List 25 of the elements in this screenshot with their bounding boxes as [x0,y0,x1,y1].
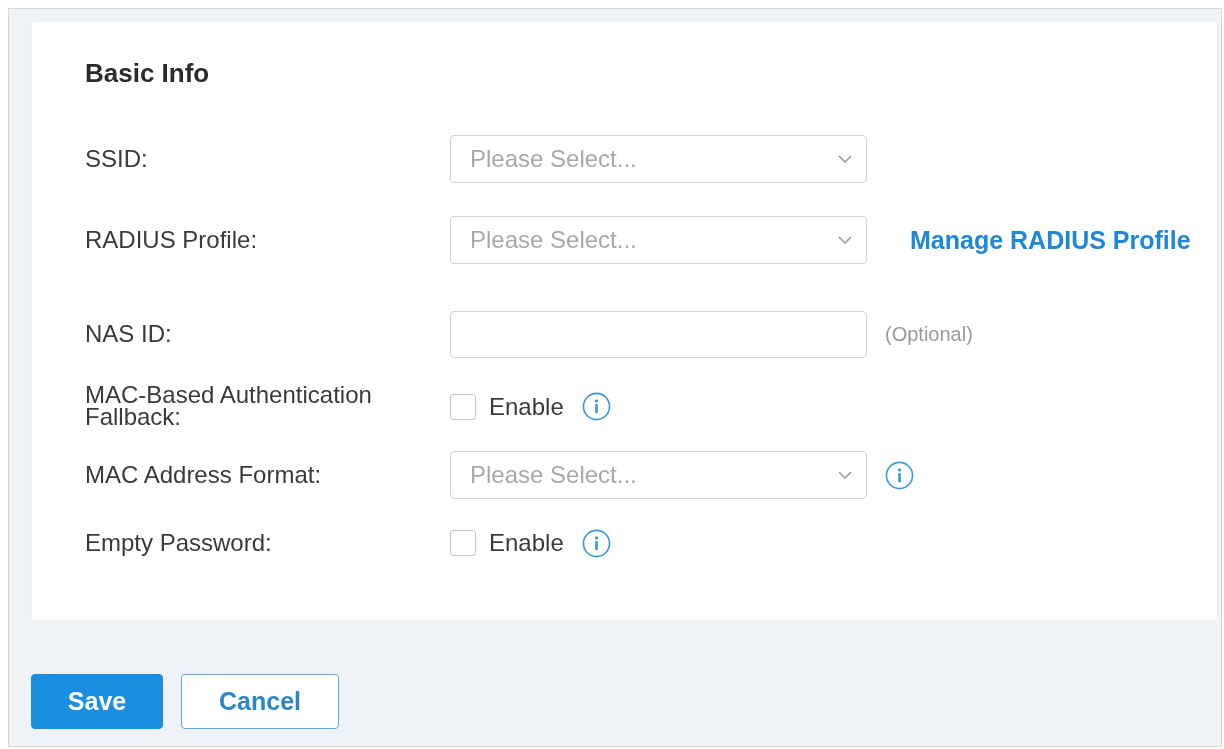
cancel-button[interactable]: Cancel [181,674,339,729]
info-icon[interactable] [581,392,611,421]
chevron-icon [838,471,852,479]
save-button[interactable]: Save [31,674,163,729]
dropdown[interactable]: Please Select... [450,451,867,499]
checkbox[interactable] [450,530,476,556]
chevron-icon [838,155,852,163]
manage-link[interactable]: Manage RADIUS Profile [910,225,1191,255]
info-icon[interactable] [885,460,914,490]
info-icon[interactable] [581,528,611,558]
checkbox-label: Enable [489,392,564,421]
field-label: MAC-Based Authentication Fallback: [85,384,373,428]
field-label: MAC Address Format: [85,463,322,486]
chevron-icon [838,236,852,244]
checkbox[interactable] [450,393,476,420]
section-title: Basic Info [85,58,210,88]
field-label: SSID: [85,147,148,170]
field-label: RADIUS Profile: [85,228,258,251]
dropdown[interactable]: Please Select... [450,216,867,264]
checkbox-label: Enable [489,529,564,557]
hint-text: (Optional) [885,322,973,346]
field-label: Empty Password: [85,531,272,554]
dropdown[interactable]: Please Select... [450,135,867,183]
field-label: NAS ID: [85,322,172,345]
input-field[interactable] [450,310,867,358]
